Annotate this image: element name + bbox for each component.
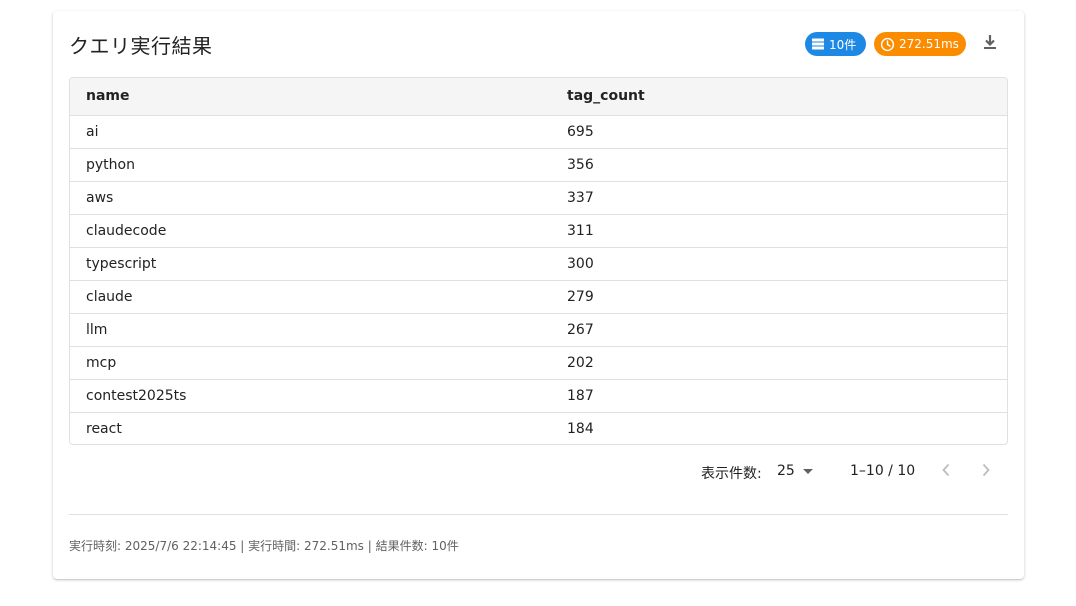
list-icon xyxy=(811,37,825,51)
table-pagination: 表示件数: 25 1–10 / 10 xyxy=(53,457,1024,487)
table-row: ai 695 xyxy=(70,115,1007,149)
table-row: react 184 xyxy=(70,412,1007,444)
table-row: mcp 202 xyxy=(70,346,1007,380)
execution-time-badge: 272.51ms xyxy=(874,32,966,56)
table-row: aws 337 xyxy=(70,181,1007,215)
table-row: typescript 300 xyxy=(70,247,1007,281)
result-count-text: 10件 xyxy=(829,37,857,52)
table-row: contest2025ts 187 xyxy=(70,379,1007,413)
cell-tag-count: 187 xyxy=(551,379,1007,413)
cell-tag-count: 356 xyxy=(551,148,1007,182)
pagination-range: 1–10 / 10 xyxy=(850,463,916,479)
clock-icon xyxy=(880,37,895,52)
cell-name: mcp xyxy=(70,346,551,380)
result-count-badge: 10件 xyxy=(805,32,866,56)
caret-down-icon xyxy=(802,463,813,479)
cell-name: claude xyxy=(70,280,551,314)
cell-tag-count: 279 xyxy=(551,280,1007,314)
next-page-button[interactable] xyxy=(974,460,998,484)
table-row: claudecode 311 xyxy=(70,214,1007,248)
table-row: python 356 xyxy=(70,148,1007,182)
chevron-right-icon xyxy=(981,463,991,481)
query-result-card: クエリ実行結果 10件 272.51ms name tag_count ai 69… xyxy=(53,11,1024,579)
download-button[interactable] xyxy=(977,31,1003,57)
table-header-row: name tag_count xyxy=(70,78,1007,116)
cell-name: llm xyxy=(70,313,551,347)
chevron-left-icon xyxy=(941,463,951,481)
footer-divider xyxy=(69,514,1008,515)
cell-name: react xyxy=(86,420,122,437)
execution-summary: 実行時刻: 2025/7/6 22:14:45 | 実行時間: 272.51ms… xyxy=(69,539,459,553)
cell-tag-count: 267 xyxy=(551,313,1007,347)
rows-per-page-value: 25 xyxy=(777,463,795,479)
cell-tag-count: 300 xyxy=(551,247,1007,281)
rows-per-page-select[interactable]: 25 xyxy=(777,463,813,479)
cell-tag-count: 184 xyxy=(567,420,594,437)
cell-name: python xyxy=(70,148,551,182)
column-header-name[interactable]: name xyxy=(70,78,551,116)
cell-name: aws xyxy=(70,181,551,215)
cell-name: ai xyxy=(70,115,551,149)
cell-tag-count: 695 xyxy=(551,115,1007,149)
column-header-tag-count[interactable]: tag_count xyxy=(551,78,1007,116)
cell-tag-count: 311 xyxy=(551,214,1007,248)
cell-name: claudecode xyxy=(70,214,551,248)
card-title: クエリ実行結果 xyxy=(69,34,213,58)
previous-page-button[interactable] xyxy=(934,460,958,484)
cell-tag-count: 337 xyxy=(551,181,1007,215)
result-table: name tag_count ai 695 python 356 aws 337 cl… xyxy=(69,77,1008,445)
table-row: llm 267 xyxy=(70,313,1007,347)
cell-tag-count: 202 xyxy=(551,346,1007,380)
rows-per-page-label: 表示件数: xyxy=(701,466,762,482)
execution-time-text: 272.51ms xyxy=(899,37,959,51)
cell-name: typescript xyxy=(70,247,551,281)
cell-name: contest2025ts xyxy=(70,379,551,413)
table-row: claude 279 xyxy=(70,280,1007,314)
download-icon xyxy=(981,33,999,55)
